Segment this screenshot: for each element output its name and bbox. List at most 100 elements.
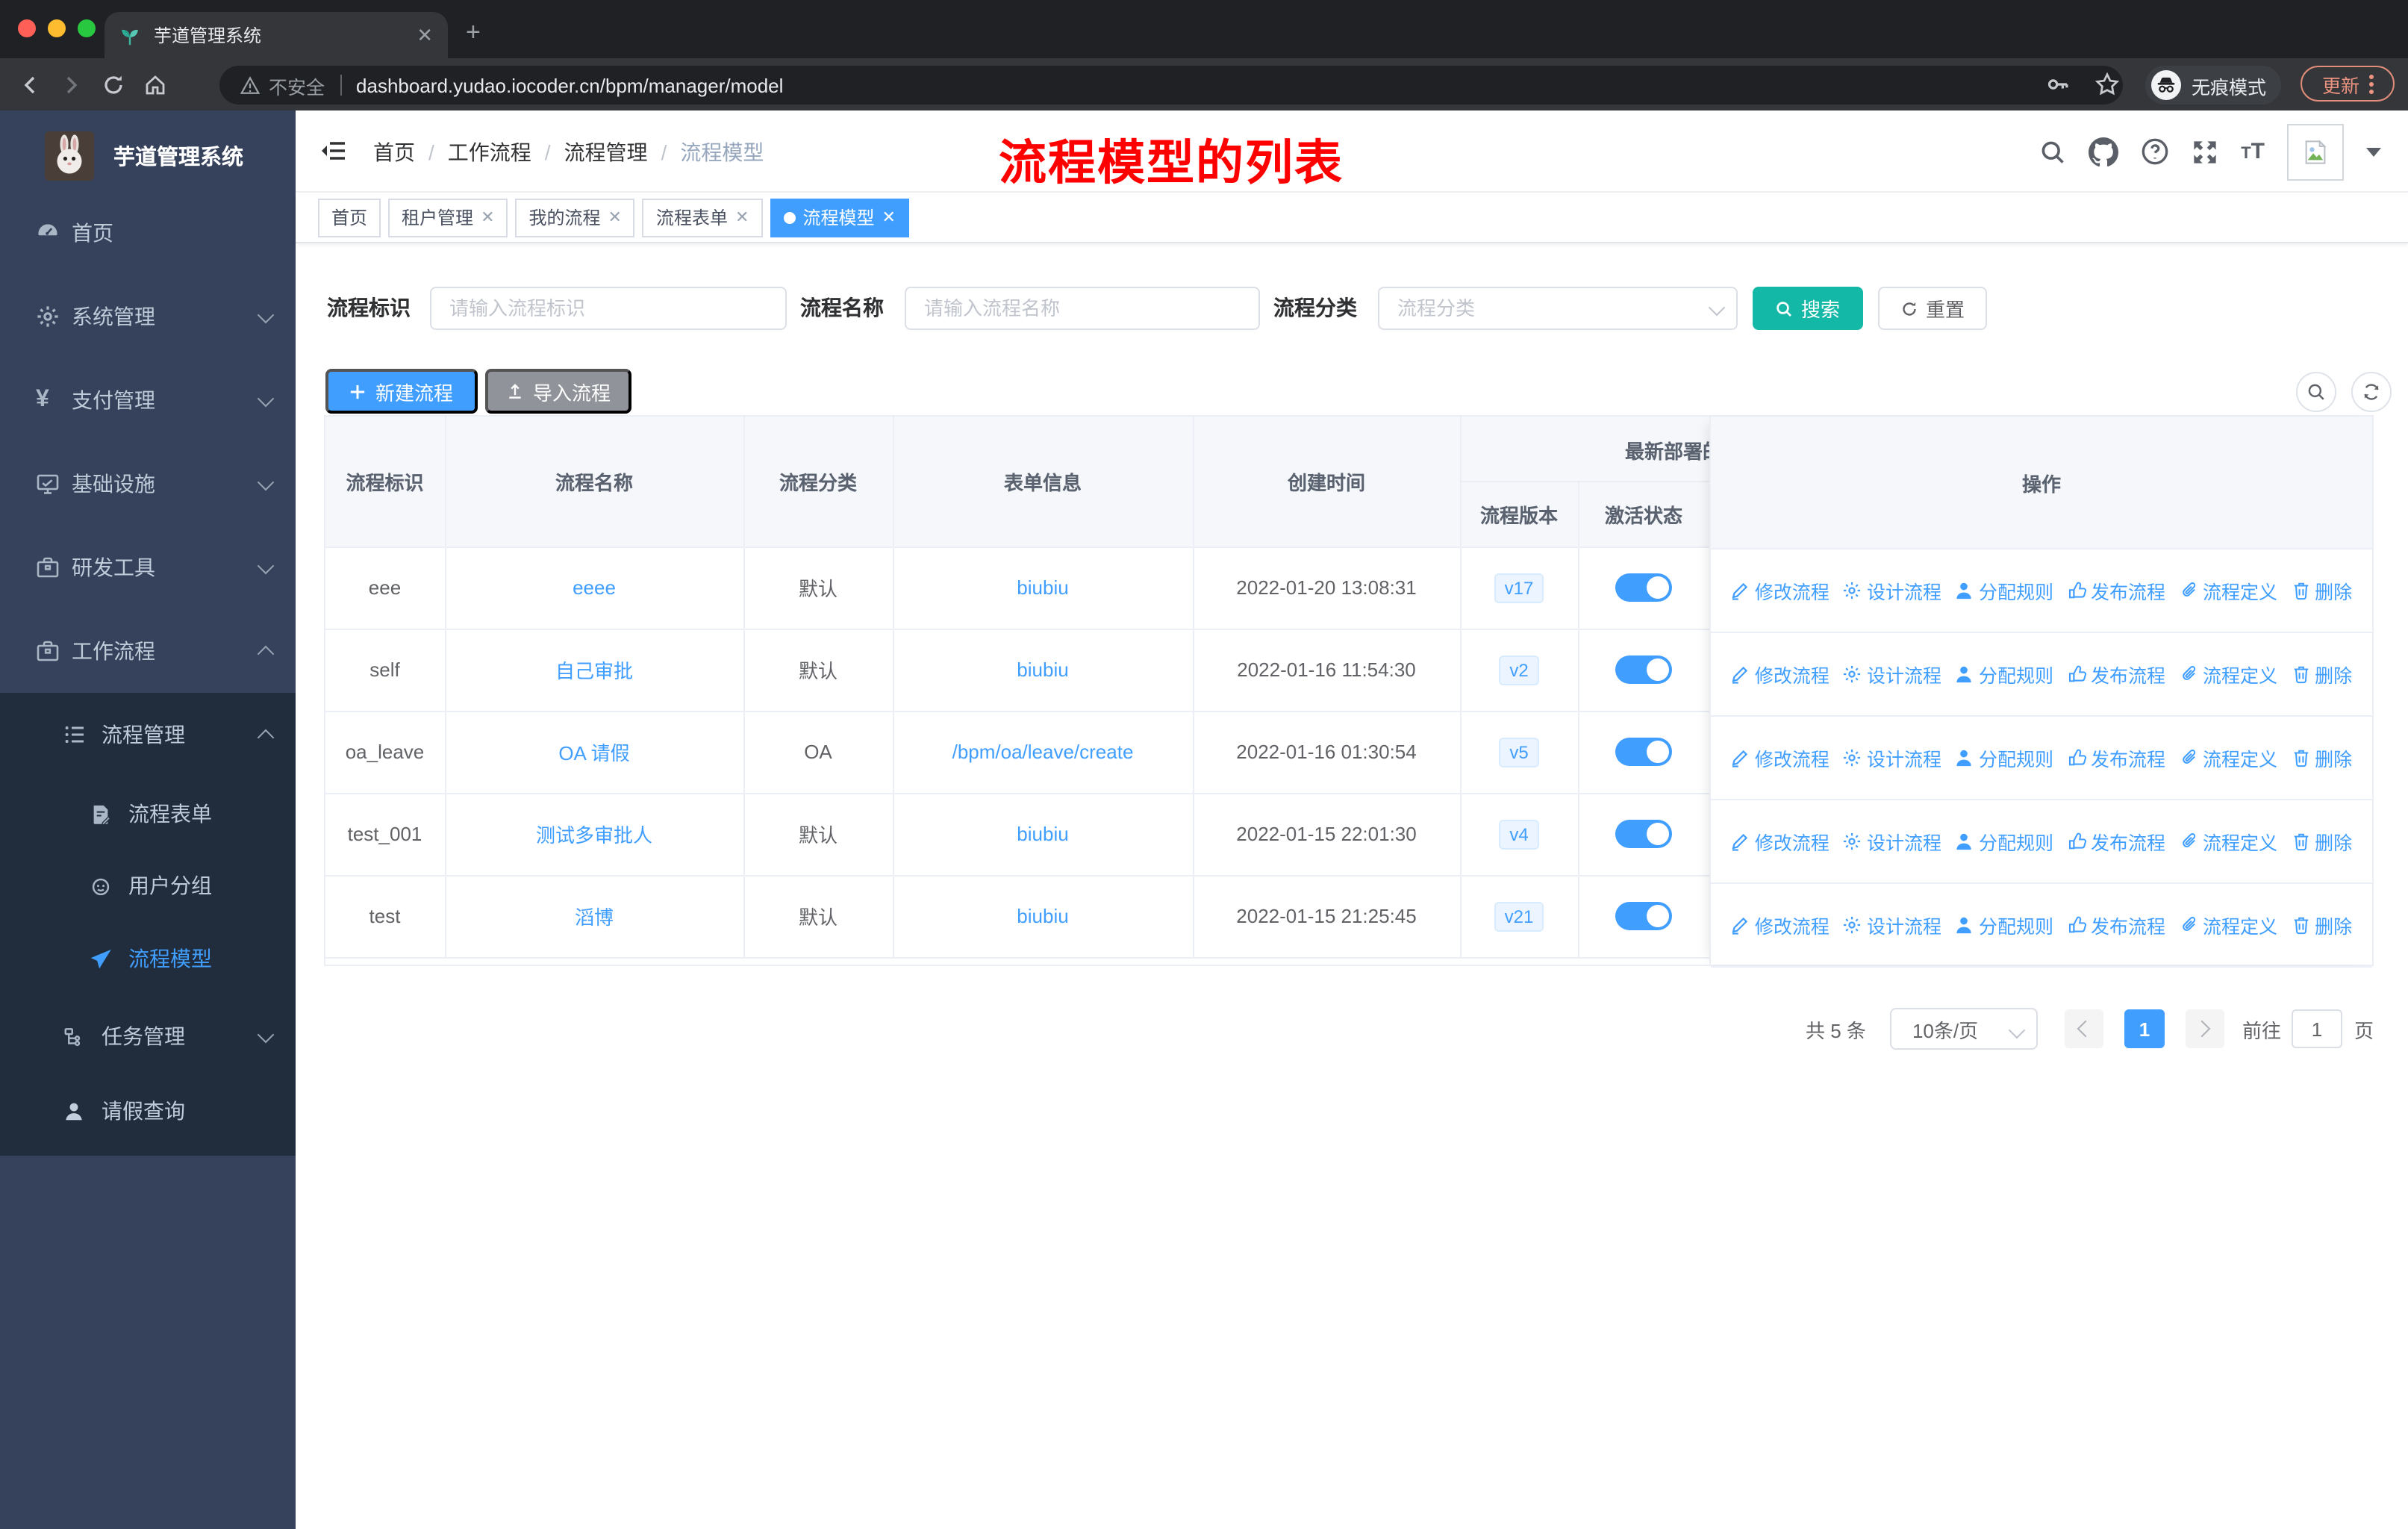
action-assign-link[interactable]: 分配规则 <box>1955 827 2053 856</box>
sidebar-item-process-manage[interactable]: 流程管理 <box>0 693 296 776</box>
action-delete-link[interactable]: 删除 <box>2291 744 2352 772</box>
sidebar-item-leave-query[interactable]: 请假查询 <box>0 1074 296 1148</box>
url-bar[interactable]: 不安全 dashboard.yudao.iocoder.cn/bpm/manag… <box>219 66 2123 105</box>
key-icon[interactable] <box>2045 72 2071 97</box>
tag-tenant[interactable]: 租户管理 ✕ <box>388 198 508 237</box>
github-icon[interactable] <box>2089 137 2119 166</box>
form-link[interactable]: biubiu <box>1017 658 1068 681</box>
bookmark-star-icon[interactable] <box>2094 72 2120 97</box>
action-delete-link[interactable]: 删除 <box>2291 576 2352 605</box>
url-text[interactable]: dashboard.yudao.iocoder.cn/bpm/manager/m… <box>356 74 783 96</box>
tag-process-form[interactable]: 流程表单 ✕ <box>642 198 763 237</box>
active-toggle[interactable] <box>1615 820 1672 848</box>
home-icon[interactable] <box>143 72 167 96</box>
sidebar-item-infra[interactable]: 基础设施 <box>0 442 296 526</box>
search-icon[interactable] <box>2039 138 2066 165</box>
collapse-sidebar-icon[interactable] <box>319 139 346 163</box>
action-edit-link[interactable]: 修改流程 <box>1731 744 1830 772</box>
process-name-link[interactable]: 滔博 <box>575 906 614 929</box>
form-link[interactable]: /bpm/oa/leave/create <box>952 741 1134 763</box>
sidebar-item-home[interactable]: 首页 <box>0 191 296 275</box>
process-name-link[interactable]: eeee <box>573 576 616 599</box>
category-select-input[interactable] <box>1378 287 1738 330</box>
form-link[interactable]: biubiu <box>1017 823 1068 845</box>
action-assign-link[interactable]: 分配规则 <box>1955 660 2053 688</box>
sidebar-item-task-manage[interactable]: 任务管理 <box>0 999 296 1074</box>
active-toggle[interactable] <box>1615 655 1672 684</box>
action-publish-link[interactable]: 发布流程 <box>2067 576 2165 605</box>
window-controls[interactable] <box>18 19 96 37</box>
action-assign-link[interactable]: 分配规则 <box>1955 744 2053 772</box>
action-edit-link[interactable]: 修改流程 <box>1731 827 1830 856</box>
sidebar-item-process-form[interactable]: 流程表单 <box>0 776 296 851</box>
action-publish-link[interactable]: 发布流程 <box>2067 744 2165 772</box>
action-definition-link[interactable]: 流程定义 <box>2179 827 2277 856</box>
page-size-select[interactable]: 10条/页 <box>1889 1008 2038 1050</box>
close-icon[interactable]: ✕ <box>735 208 749 227</box>
fullscreen-icon[interactable] <box>2192 138 2218 165</box>
action-edit-link[interactable]: 修改流程 <box>1731 660 1830 688</box>
process-name-link[interactable]: 测试多审批人 <box>536 824 652 847</box>
action-definition-link[interactable]: 流程定义 <box>2179 744 2277 772</box>
action-delete-link[interactable]: 删除 <box>2291 827 2352 856</box>
breadcrumb-workflow[interactable]: 工作流程 <box>448 137 531 166</box>
action-design-link[interactable]: 设计流程 <box>1843 744 1941 772</box>
action-assign-link[interactable]: 分配规则 <box>1955 911 2053 939</box>
action-publish-link[interactable]: 发布流程 <box>2067 911 2165 939</box>
action-delete-link[interactable]: 删除 <box>2291 911 2352 939</box>
breadcrumb-home[interactable]: 首页 <box>373 137 415 166</box>
next-page-button[interactable] <box>2185 1009 2224 1048</box>
sidebar-item-devtools[interactable]: 研发工具 <box>0 526 296 609</box>
browser-menu-update-button[interactable]: 更新 <box>2301 66 2395 102</box>
tag-my-process[interactable]: 我的流程 ✕ <box>515 198 635 237</box>
action-publish-link[interactable]: 发布流程 <box>2067 827 2165 856</box>
action-definition-link[interactable]: 流程定义 <box>2179 576 2277 605</box>
reset-button[interactable]: 重置 <box>1878 287 1987 330</box>
font-size-icon[interactable]: TT <box>2241 139 2265 164</box>
show-search-button[interactable] <box>2296 372 2336 412</box>
process-id-input[interactable] <box>430 287 787 330</box>
close-window-button[interactable] <box>18 19 36 37</box>
process-name-link[interactable]: OA 请假 <box>558 742 629 764</box>
avatar[interactable] <box>2287 123 2344 180</box>
sidebar-item-payment[interactable]: ¥ 支付管理 <box>0 358 296 442</box>
action-edit-link[interactable]: 修改流程 <box>1731 911 1830 939</box>
process-name-link[interactable]: 自己审批 <box>555 660 633 682</box>
current-page[interactable]: 1 <box>2124 1009 2165 1048</box>
close-icon[interactable]: ✕ <box>481 208 494 227</box>
sidebar-item-system[interactable]: 系统管理 <box>0 275 296 358</box>
action-definition-link[interactable]: 流程定义 <box>2179 660 2277 688</box>
reload-icon[interactable] <box>102 72 125 96</box>
action-design-link[interactable]: 设计流程 <box>1843 827 1941 856</box>
action-definition-link[interactable]: 流程定义 <box>2179 911 2277 939</box>
browser-tab[interactable]: 芋道管理系统 ✕ <box>105 12 448 58</box>
new-tab-button[interactable]: + <box>466 18 481 48</box>
sidebar-item-user-group[interactable]: 用户分组 <box>0 848 296 923</box>
breadcrumb-process-manage[interactable]: 流程管理 <box>564 137 648 166</box>
goto-page-input[interactable] <box>2291 1009 2342 1048</box>
tab-close-icon[interactable]: ✕ <box>417 25 433 45</box>
form-link[interactable]: biubiu <box>1017 576 1068 599</box>
sidebar-item-process-model[interactable]: 流程模型 <box>0 921 296 996</box>
action-edit-link[interactable]: 修改流程 <box>1731 576 1830 605</box>
category-select[interactable] <box>1378 287 1738 330</box>
action-assign-link[interactable]: 分配规则 <box>1955 576 2053 605</box>
prev-page-button[interactable] <box>2064 1009 2103 1048</box>
active-toggle[interactable] <box>1615 902 1672 930</box>
form-link[interactable]: biubiu <box>1017 905 1068 927</box>
action-design-link[interactable]: 设计流程 <box>1843 660 1941 688</box>
action-design-link[interactable]: 设计流程 <box>1843 911 1941 939</box>
tag-process-model[interactable]: 流程模型 ✕ <box>770 198 909 237</box>
sidebar-item-workflow[interactable]: 工作流程 <box>0 609 296 693</box>
create-process-button[interactable]: 新建流程 <box>325 369 478 414</box>
action-publish-link[interactable]: 发布流程 <box>2067 660 2165 688</box>
close-icon[interactable]: ✕ <box>882 208 895 227</box>
minimize-window-button[interactable] <box>48 19 66 37</box>
back-icon[interactable] <box>18 72 42 96</box>
active-toggle[interactable] <box>1615 738 1672 766</box>
refresh-table-button[interactable] <box>2351 372 2392 412</box>
more-vert-icon[interactable] <box>2368 74 2373 93</box>
import-process-button[interactable]: 导入流程 <box>485 369 631 414</box>
action-delete-link[interactable]: 删除 <box>2291 660 2352 688</box>
chevron-down-icon[interactable] <box>2366 147 2381 156</box>
